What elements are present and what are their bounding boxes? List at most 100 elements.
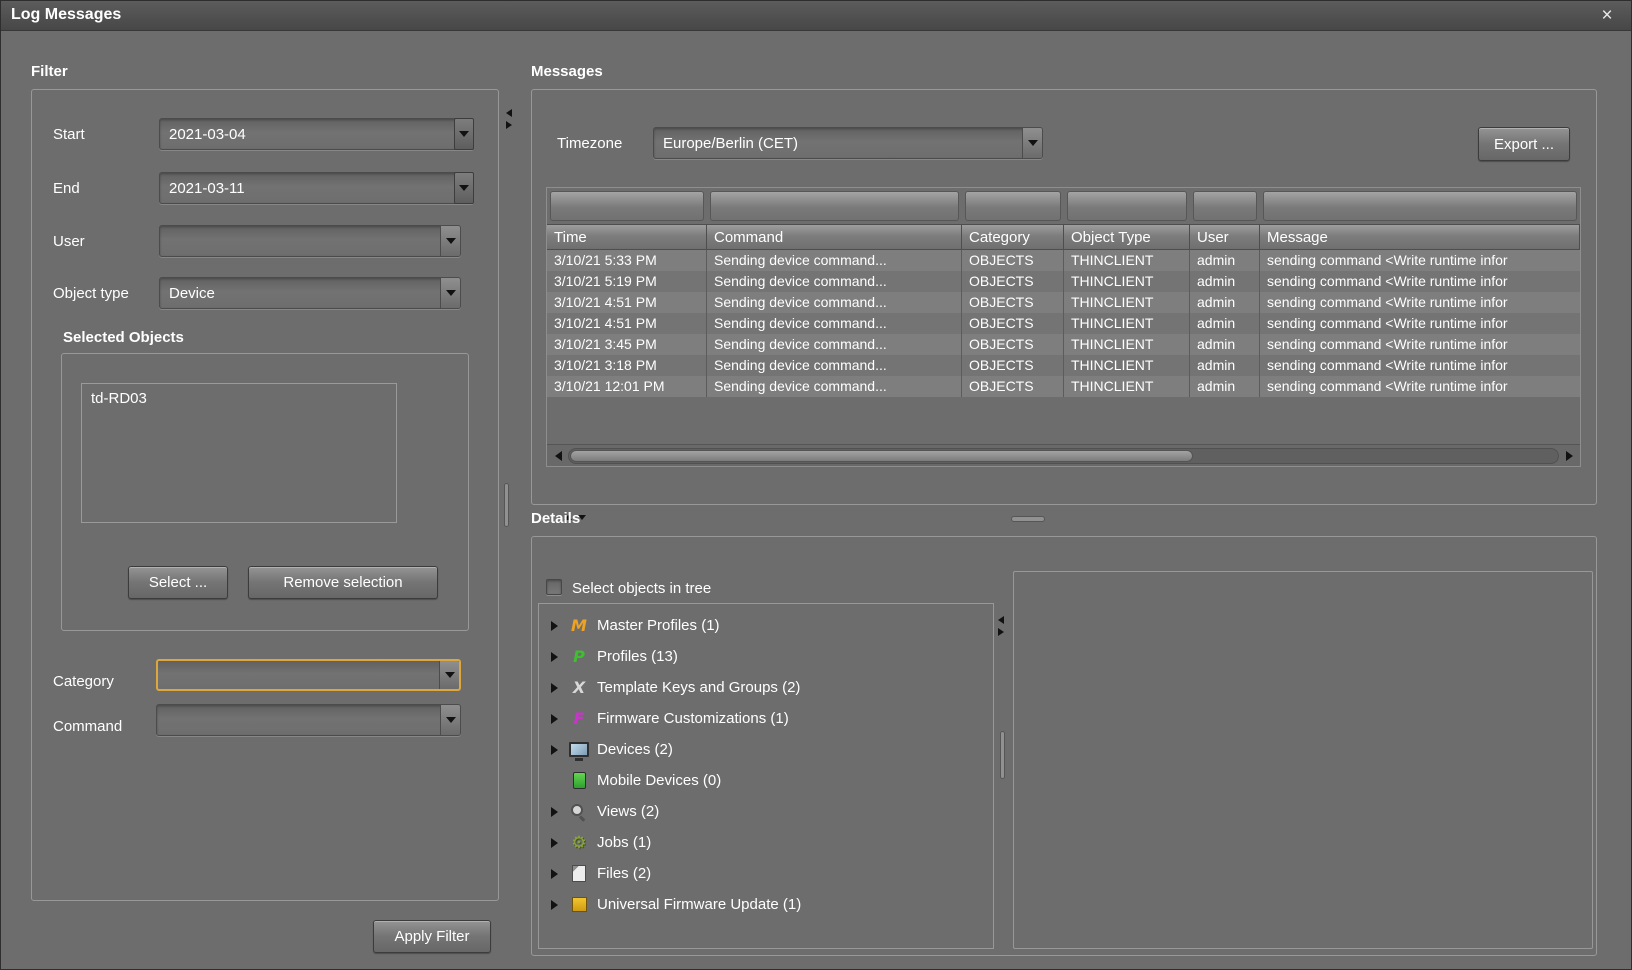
column-header-message[interactable]: Message (1260, 224, 1580, 250)
end-label: End (53, 180, 80, 197)
tree-item[interactable]: Views (2) (539, 796, 993, 827)
end-date-combobox[interactable]: 2021-03-11 (159, 172, 474, 204)
cell-object-type: THINCLIENT (1064, 292, 1190, 313)
cell-category: OBJECTS (962, 313, 1064, 334)
template-keys-icon (567, 679, 591, 697)
table-row[interactable]: 3/10/21 3:45 PM Sending device command..… (547, 334, 1580, 355)
apply-filter-button[interactable]: Apply Filter (373, 920, 491, 953)
timezone-value: Europe/Berlin (CET) (654, 128, 1022, 158)
scrollbar-thumb[interactable] (570, 450, 1193, 462)
timezone-dropdown-arrow-icon[interactable] (1022, 128, 1042, 158)
expand-arrow-icon[interactable] (551, 745, 567, 755)
object-type-combobox[interactable]: Device (159, 277, 461, 309)
user-dropdown-arrow-icon[interactable] (440, 226, 460, 256)
user-combobox[interactable] (159, 225, 461, 257)
column-header-command[interactable]: Command (707, 224, 962, 250)
command-combobox[interactable] (156, 704, 461, 736)
column-header-category[interactable]: Category (962, 224, 1064, 250)
selected-objects-list[interactable]: td-RD03 (81, 383, 397, 523)
end-dropdown-arrow-icon[interactable] (454, 172, 474, 204)
expand-arrow-icon[interactable] (551, 652, 567, 662)
column-header-time[interactable]: Time (547, 224, 707, 250)
table-row[interactable]: 3/10/21 4:51 PM Sending device command..… (547, 313, 1580, 334)
filter-input-time[interactable] (547, 188, 707, 224)
expand-arrow-icon[interactable] (551, 714, 567, 724)
column-header-object-type[interactable]: Object Type (1064, 224, 1190, 250)
command-dropdown-arrow-icon[interactable] (440, 705, 460, 735)
cell-message: sending command <Write runtime infor (1260, 313, 1580, 334)
expand-arrow-icon[interactable] (551, 869, 567, 879)
expand-arrow-icon[interactable] (551, 621, 567, 631)
start-date-value: 2021-03-04 (160, 119, 451, 149)
filter-input-message[interactable] (1260, 188, 1580, 224)
cell-category: OBJECTS (962, 334, 1064, 355)
tree-splitter-collapse-icons[interactable] (998, 616, 1004, 636)
tree-item[interactable]: Profiles (13) (539, 641, 993, 672)
cell-command: Sending device command... (707, 376, 962, 397)
select-objects-button[interactable]: Select ... (128, 566, 228, 599)
expand-arrow-icon[interactable] (551, 683, 567, 693)
object-type-label: Object type (53, 285, 129, 302)
scrollbar-track[interactable] (568, 448, 1559, 464)
cell-user: admin (1190, 313, 1260, 334)
user-label: User (53, 233, 85, 250)
table-row[interactable]: 3/10/21 12:01 PM Sending device command.… (547, 376, 1580, 397)
cell-category: OBJECTS (962, 292, 1064, 313)
cell-object-type: THINCLIENT (1064, 250, 1190, 271)
export-button[interactable]: Export ... (1478, 127, 1570, 161)
cell-command: Sending device command... (707, 313, 962, 334)
cell-category: OBJECTS (962, 355, 1064, 376)
filter-splitter-collapse-icons[interactable] (506, 109, 512, 129)
filter-input-command[interactable] (707, 188, 962, 224)
cell-time: 3/10/21 4:51 PM (547, 313, 707, 334)
scroll-left-icon[interactable] (550, 448, 566, 464)
horizontal-scrollbar[interactable] (547, 444, 1580, 466)
titlebar[interactable]: Log Messages × (1, 1, 1631, 31)
category-combobox[interactable] (156, 659, 461, 691)
expand-arrow-icon[interactable] (551, 807, 567, 817)
tree-item[interactable]: Jobs (1) (539, 827, 993, 858)
cell-command: Sending device command... (707, 334, 962, 355)
filter-input-object-type[interactable] (1064, 188, 1190, 224)
tree-item[interactable]: Devices (2) (539, 734, 993, 765)
tree-item[interactable]: Files (2) (539, 858, 993, 889)
tree-item[interactable]: Master Profiles (1) (539, 610, 993, 641)
selected-object-item[interactable]: td-RD03 (91, 390, 387, 407)
user-value (160, 226, 440, 256)
table-header: Time Command Category Object Type User M… (547, 224, 1580, 250)
table-row[interactable]: 3/10/21 5:19 PM Sending device command..… (547, 271, 1580, 292)
table-row[interactable]: 3/10/21 4:51 PM Sending device command..… (547, 292, 1580, 313)
window-title: Log Messages (11, 6, 121, 24)
timezone-combobox[interactable]: Europe/Berlin (CET) (653, 127, 1043, 159)
timezone-label: Timezone (557, 135, 622, 152)
cell-time: 3/10/21 3:18 PM (547, 355, 707, 376)
expand-arrow-icon[interactable] (551, 838, 567, 848)
messages-table: Time Command Category Object Type User M… (546, 187, 1581, 467)
tree-splitter-handle[interactable] (1000, 731, 1005, 779)
select-objects-in-tree-checkbox[interactable] (546, 579, 562, 595)
cell-message: sending command <Write runtime infor (1260, 292, 1580, 313)
column-header-user[interactable]: User (1190, 224, 1260, 250)
table-row[interactable]: 3/10/21 5:33 PM Sending device command..… (547, 250, 1580, 271)
expand-arrow-icon[interactable] (551, 900, 567, 910)
object-type-dropdown-arrow-icon[interactable] (440, 278, 460, 308)
views-icon (567, 803, 591, 821)
tree-item[interactable]: Firmware Customizations (1) (539, 703, 993, 734)
details-splitter-handle[interactable] (1011, 516, 1045, 522)
category-dropdown-arrow-icon[interactable] (439, 661, 459, 689)
table-row[interactable]: 3/10/21 3:18 PM Sending device command..… (547, 355, 1580, 376)
tree-item[interactable]: Universal Firmware Update (1) (539, 889, 993, 920)
filter-input-user[interactable] (1190, 188, 1260, 224)
remove-selection-button[interactable]: Remove selection (248, 566, 438, 599)
scroll-right-icon[interactable] (1561, 448, 1577, 464)
start-date-combobox[interactable]: 2021-03-04 (159, 118, 474, 150)
category-value (158, 661, 439, 689)
tree-item[interactable]: Mobile Devices (0) (539, 765, 993, 796)
close-icon[interactable]: × (1595, 4, 1619, 28)
start-dropdown-arrow-icon[interactable] (454, 118, 474, 150)
filter-input-category[interactable] (962, 188, 1064, 224)
firmware-customizations-icon (567, 710, 591, 728)
filter-splitter-handle[interactable] (504, 483, 509, 527)
tree-item[interactable]: Template Keys and Groups (2) (539, 672, 993, 703)
cell-object-type: THINCLIENT (1064, 355, 1190, 376)
